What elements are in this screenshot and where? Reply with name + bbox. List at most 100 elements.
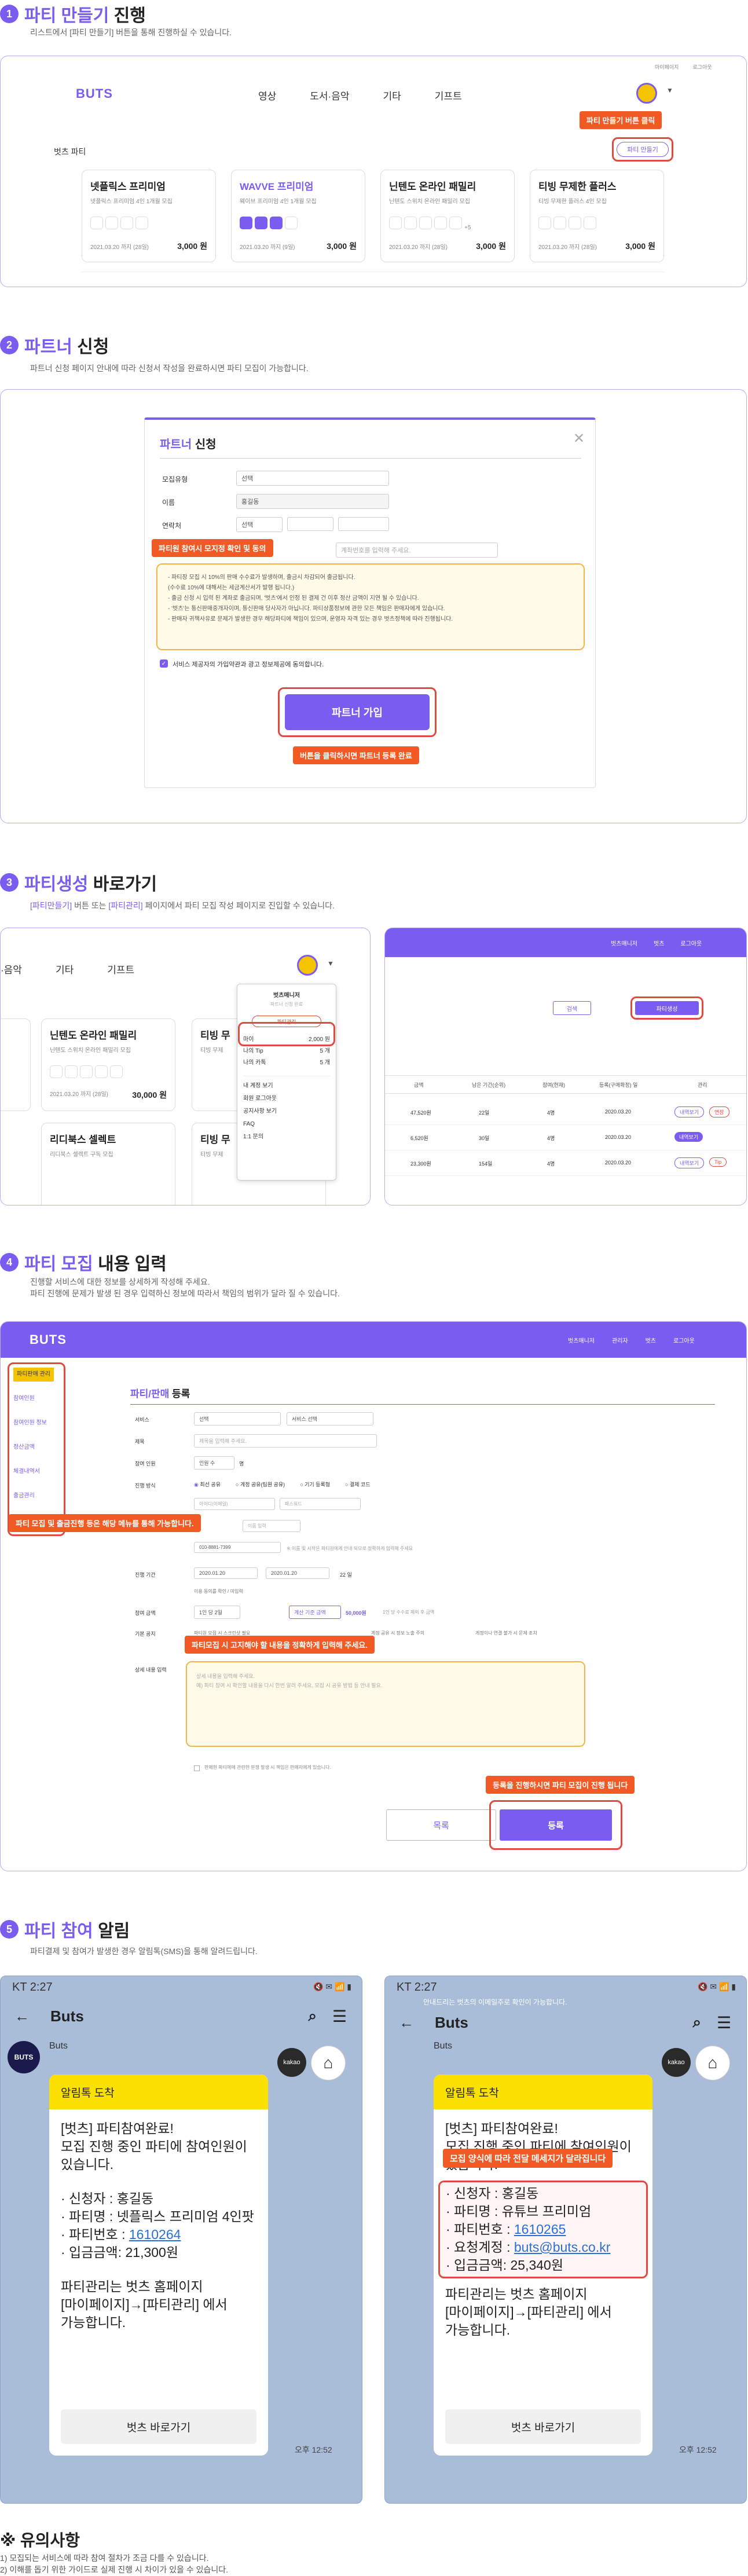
- party-card[interactable]: 닌텐도 온라인 패밀리 닌텐도 스위치 온라인 패밀리 모집 +5 2021.0…: [380, 170, 515, 262]
- account-field[interactable]: 계좌번호를 입력해 주세요.: [336, 543, 498, 558]
- step-3-left-frame: ·음악 기타 기프트 ▼ 닌텐도 온라인 패밀리 닌텐도 스위치 온라인 패밀리…: [0, 928, 371, 1205]
- card-date: 2021.03.20 까지 (28일): [90, 244, 149, 251]
- phone-select[interactable]: 선택: [236, 517, 283, 532]
- nav-music[interactable]: ·음악: [1, 962, 22, 976]
- nav-books-music[interactable]: 도서·음악: [310, 88, 349, 102]
- buts-logo[interactable]: BUTS: [76, 86, 113, 101]
- back-icon[interactable]: ←: [14, 2007, 30, 2025]
- notice-box: - 파티장 모집 시 10%의 판매 수수료가 발생하며, 출금시 차감되어 출…: [156, 563, 585, 650]
- popup-link[interactable]: 회원 로그아웃: [243, 1093, 330, 1105]
- party-card[interactable]: WAVVE 프리미엄 웨이브 프리미엄 4인 1개월 모집 2021.03.20…: [231, 170, 365, 262]
- amount-calc[interactable]: 계산 기준 금액: [289, 1606, 341, 1619]
- start-date[interactable]: 2020.01.20: [194, 1567, 258, 1579]
- step-1-title: 1 파티 만들기 진행: [0, 1, 146, 27]
- step-title-rest: 바로가기: [88, 875, 157, 894]
- extra-input[interactable]: 이름 입력: [243, 1520, 300, 1532]
- agree-label: 서비스 제공자의 가입약관과 광고 정보제공에 동의합니다.: [173, 661, 324, 668]
- radio-option[interactable]: ○ 계정 공유(팀원 공유): [236, 1481, 285, 1488]
- section-label: 벗츠 파티: [54, 147, 86, 156]
- party-card[interactable]: 티빙 무제한 플러스 티빙 무제한 플러스 4인 모집 2021.03.20 까…: [530, 170, 664, 262]
- phone-field-2[interactable]: [287, 517, 333, 531]
- agree-checkbox[interactable]: ✓: [160, 659, 168, 668]
- nav-etc[interactable]: 기타: [56, 962, 74, 976]
- search-tab[interactable]: 검색: [553, 1001, 591, 1015]
- radio-option[interactable]: ○ 기기 등록형: [300, 1481, 330, 1488]
- popup-link[interactable]: 1:1 문의: [243, 1131, 330, 1144]
- party-card[interactable]: 리디북스 셀렉트 리디북스 셀렉트 구독 모집: [41, 1123, 175, 1205]
- buts-shortcut-button[interactable]: 벗츠 바로가기: [445, 2409, 641, 2444]
- close-icon[interactable]: ✕: [573, 430, 585, 447]
- more-count: +5: [464, 225, 471, 231]
- register-button[interactable]: 등록: [500, 1809, 612, 1841]
- create-party-button[interactable]: 파티생성: [635, 1001, 699, 1015]
- make-party-button[interactable]: 파티 만들기: [617, 142, 669, 157]
- service-select[interactable]: 선택: [194, 1412, 281, 1426]
- step-number: 1: [0, 5, 19, 23]
- buts-logo[interactable]: BUTS: [30, 1332, 67, 1347]
- phone-input[interactable]: 010-8881-7399: [194, 1542, 281, 1553]
- party-card[interactable]: 닌텐도 온라인 패밀리 닌텐도 스위치 온라인 패밀리 모집 2021.03.2…: [41, 1018, 175, 1111]
- mypage-link[interactable]: 마이페이지: [655, 63, 679, 71]
- party-number-link[interactable]: 1610264: [129, 2227, 181, 2242]
- table-row[interactable]: 6,520원 30일 4명 2020.03.20 내역보기: [385, 1125, 746, 1150]
- service-select-2[interactable]: 서비스 선택: [287, 1412, 373, 1426]
- table-row[interactable]: 47,520원 22일 4명 2020.03.20 내역보기 연장: [385, 1100, 746, 1125]
- step-title-rest: 알림: [93, 1922, 130, 1941]
- phone-field-3[interactable]: [338, 517, 389, 531]
- step-title-highlight: 파티 참여: [24, 1922, 93, 1941]
- menu-icon[interactable]: ☰: [717, 2013, 731, 2032]
- menu-icon[interactable]: ☰: [332, 2007, 347, 2026]
- home-icon[interactable]: ⌂: [695, 2046, 730, 2080]
- card-title: 티빙 무제한 플러스: [538, 181, 617, 192]
- end-date[interactable]: 2020.01.20: [266, 1567, 329, 1579]
- popup-link[interactable]: 공지사항 보기: [243, 1105, 330, 1118]
- nav-gift[interactable]: 기프트: [107, 962, 134, 976]
- step-1-desc: 리스트에서 [파티 만들기] 버튼을 통해 진행하실 수 있습니다.: [30, 28, 232, 37]
- card-price: 3,000 원: [177, 241, 207, 251]
- date-checkbox[interactable]: 이용 동의를 확인 / 미입력: [194, 1588, 243, 1595]
- form-title: 파티/판매 등록: [130, 1388, 190, 1399]
- amount-select[interactable]: 1인 당 2일: [194, 1606, 240, 1619]
- logout-link[interactable]: 로그아웃: [692, 63, 712, 71]
- buts-shortcut-button[interactable]: 벗츠 바로가기: [61, 2409, 256, 2444]
- step-title-highlight: 파티생성: [24, 875, 89, 894]
- party-card[interactable]: 넷플릭스 프리미엄 넷플릭스 프리미엄 4인 1개월 모집 2021.03.20…: [82, 170, 216, 262]
- radio-option[interactable]: ○ 결제 코드: [345, 1481, 371, 1488]
- register-callout: 등록을 진행하시면 파티 모집이 진행 됩니다: [486, 1776, 635, 1794]
- popup-link[interactable]: 내 계정 보기: [243, 1080, 330, 1093]
- name-field[interactable]: 홍길동: [236, 494, 389, 509]
- chevron-down-icon[interactable]: ▼: [327, 959, 334, 968]
- type-select[interactable]: 선택: [236, 471, 389, 486]
- party-number-link[interactable]: 1610265: [514, 2222, 566, 2237]
- party-manage-highlight: [238, 1022, 335, 1046]
- email-link[interactable]: buts@buts.co.kr: [514, 2240, 611, 2255]
- party-card[interactable]: [1, 1018, 31, 1111]
- phone-left: KT 2:27 🔇 ✉ 📶 ▮ ← Buts ⌕ ☰ BUTS Buts kakao…: [0, 1976, 362, 2504]
- search-icon[interactable]: ⌕: [308, 2007, 317, 2025]
- chevron-down-icon[interactable]: ▼: [666, 86, 673, 94]
- id-input[interactable]: 아이디(이메일): [194, 1498, 275, 1510]
- home-icon[interactable]: ⌂: [311, 2046, 346, 2080]
- search-icon[interactable]: ⌕: [692, 2013, 701, 2032]
- detail-textarea[interactable]: 상세 내용을 입력해 주세요. 예) 파티 참여 시 확인할 내용을 다시 한번…: [186, 1661, 585, 1747]
- avatar[interactable]: [636, 83, 657, 104]
- consent-callout: 파티원 참여시 모지정 확인 및 동의: [152, 539, 273, 557]
- partner-join-button[interactable]: 파트너 가입: [285, 694, 430, 730]
- list-button[interactable]: 목록: [386, 1809, 496, 1841]
- back-icon[interactable]: ←: [399, 2014, 414, 2032]
- nav-gift[interactable]: 기프트: [435, 88, 462, 102]
- notes-list: 1) 모집되는 서비스에 따라 참여 절차가 조금 다를 수 있습니다. 2) …: [0, 2553, 229, 2574]
- password-input[interactable]: 패스워드: [280, 1498, 361, 1510]
- terms-checkbox[interactable]: [194, 1765, 200, 1771]
- people-select[interactable]: 인원 수: [194, 1456, 234, 1470]
- table-row[interactable]: 23,300원 154일 4명 2020.03.20 내역보기 Tip: [385, 1150, 746, 1176]
- popup-link[interactable]: FAQ: [243, 1118, 330, 1131]
- step-title-rest: 내용 입력: [93, 1255, 167, 1274]
- avatar[interactable]: [297, 955, 318, 976]
- radio-option[interactable]: ◉ 최선 공유: [194, 1481, 221, 1488]
- nav-etc[interactable]: 기타: [383, 88, 401, 102]
- nav-video[interactable]: 영상: [258, 88, 276, 102]
- title-input[interactable]: 제목을 입력해 주세요.: [194, 1434, 377, 1448]
- step-2-desc: 파트너 신청 페이지 안내에 따라 신청서 작성을 완료하시면 파티 모집이 가…: [30, 364, 309, 373]
- chat-header: ← Buts ⌕ ☰: [14, 2007, 347, 2026]
